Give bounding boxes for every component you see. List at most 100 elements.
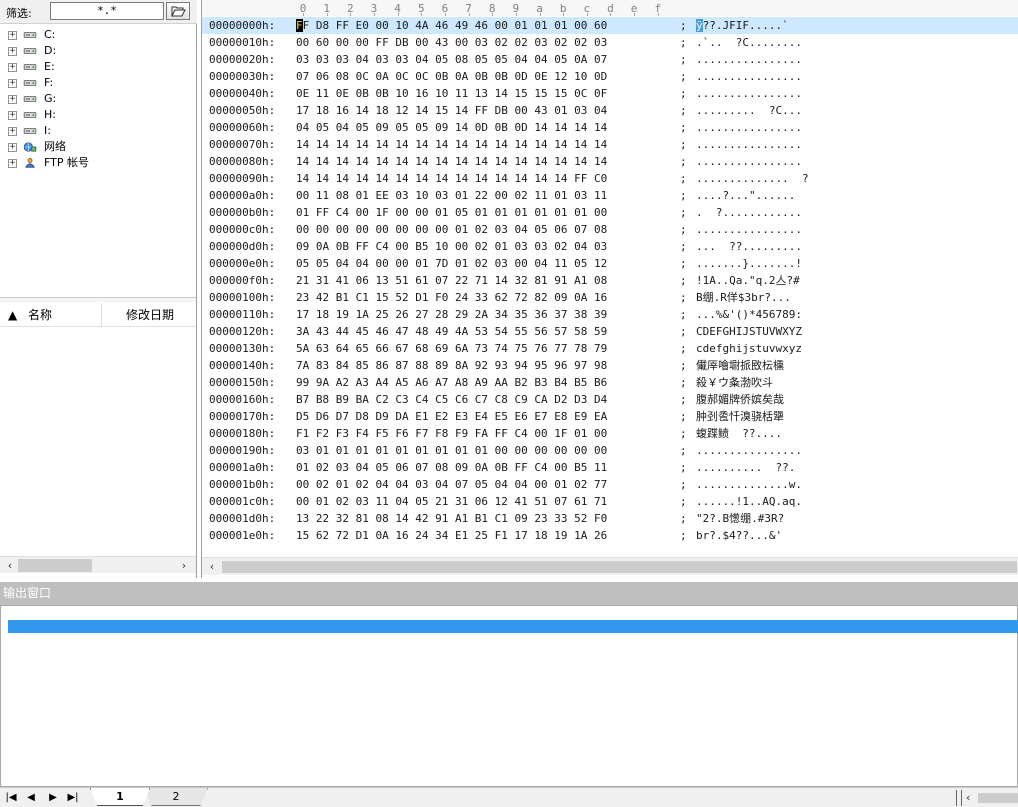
- row-bytes[interactable]: 14 14 14 14 14 14 14 14 14 14 14 14 14 1…: [296, 136, 607, 153]
- row-bytes[interactable]: 09 0A 0B FF C4 00 B5 10 00 02 01 03 03 0…: [296, 238, 607, 255]
- row-ascii[interactable]: 肿刭卺忏溴骁栝犟: [696, 408, 784, 425]
- hex-row[interactable]: 00000180h: F1 F2 F3 F4 F5 F6 F7 F8 F9 FA …: [202, 425, 1018, 442]
- row-bytes[interactable]: 00 02 01 02 04 04 03 04 07 05 04 04 00 0…: [296, 476, 607, 493]
- row-bytes[interactable]: 21 31 41 06 13 51 61 07 22 71 14 32 81 9…: [296, 272, 607, 289]
- hex-row[interactable]: 00000130h: 5A 63 64 65 66 67 68 69 6A 73 …: [202, 340, 1018, 357]
- hex-row[interactable]: 000001b0h: 00 02 01 02 04 04 03 04 07 05 …: [202, 476, 1018, 493]
- row-ascii[interactable]: CDEFGHIJSTUVWXYZ: [696, 323, 802, 340]
- hex-row[interactable]: 00000040h: 0E 11 0E 0B 0B 10 16 10 11 13 …: [202, 85, 1018, 102]
- row-bytes[interactable]: 00 01 02 03 11 04 05 21 31 06 12 41 51 0…: [296, 493, 607, 510]
- expand-icon[interactable]: +: [8, 159, 17, 168]
- tree-item[interactable]: + D:: [0, 43, 196, 59]
- row-ascii[interactable]: 腹郝媚牌侨嫔矣哉: [696, 391, 784, 408]
- hex-row[interactable]: 000001c0h: 00 01 02 03 11 04 05 21 31 06 …: [202, 493, 1018, 510]
- hex-row[interactable]: 00000140h: 7A 83 84 85 86 87 88 89 8A 92 …: [202, 357, 1018, 374]
- hex-row[interactable]: 00000160h: B7 B8 B9 BA C2 C3 C4 C5 C6 C7 …: [202, 391, 1018, 408]
- row-ascii[interactable]: ...%&'()*456789:: [696, 306, 802, 323]
- tree-item[interactable]: + FTP 帐号: [0, 155, 196, 171]
- row-ascii[interactable]: ................: [696, 442, 802, 459]
- hex-row[interactable]: 00000150h: 99 9A A2 A3 A4 A5 A6 A7 A8 A9 …: [202, 374, 1018, 391]
- tree-item[interactable]: + G:: [0, 91, 196, 107]
- tree-item[interactable]: + E:: [0, 59, 196, 75]
- hex-row[interactable]: 000000d0h: 09 0A 0B FF C4 00 B5 10 00 02 …: [202, 238, 1018, 255]
- tab-2[interactable]: 2: [144, 788, 208, 806]
- hex-row[interactable]: 000001e0h: 15 62 72 D1 0A 16 24 34 E1 25 …: [202, 527, 1018, 544]
- hex-row[interactable]: 000000b0h: 01 FF C4 00 1F 00 00 01 05 01 …: [202, 204, 1018, 221]
- tree-item[interactable]: + H:: [0, 107, 196, 123]
- hex-row[interactable]: 000000c0h: 00 00 00 00 00 00 00 00 01 02 …: [202, 221, 1018, 238]
- row-bytes[interactable]: 15 62 72 D1 0A 16 24 34 E1 25 F1 17 18 1…: [296, 527, 607, 544]
- hex-row[interactable]: 000000a0h: 00 11 08 01 EE 03 10 03 01 22 …: [202, 187, 1018, 204]
- last-icon[interactable]: ▶|: [66, 791, 80, 805]
- row-ascii[interactable]: .......}.......!: [696, 255, 802, 272]
- row-ascii[interactable]: .......... ??.: [696, 459, 795, 476]
- expand-icon[interactable]: +: [8, 111, 17, 120]
- column-header-modified[interactable]: 修改日期: [126, 303, 174, 327]
- hex-row[interactable]: 00000100h: 23 42 B1 C1 15 52 D1 F0 24 33 …: [202, 289, 1018, 306]
- prev-icon[interactable]: ◀: [24, 791, 38, 805]
- hex-row[interactable]: 00000120h: 3A 43 44 45 46 47 48 49 4A 53 …: [202, 323, 1018, 340]
- row-bytes[interactable]: 14 14 14 14 14 14 14 14 14 14 14 14 14 1…: [296, 153, 607, 170]
- row-ascii[interactable]: .`.. ?C........: [696, 34, 802, 51]
- hex-row[interactable]: 00000030h: 07 06 08 0C 0A 0C 0C 0B 0A 0B …: [202, 68, 1018, 85]
- tree-item[interactable]: + C:: [0, 27, 196, 43]
- row-ascii[interactable]: ......!1..AQ.aq.: [696, 493, 802, 510]
- expand-icon[interactable]: +: [8, 143, 17, 152]
- row-ascii[interactable]: !1A..Qa."q.2亼?#: [696, 272, 800, 289]
- row-bytes[interactable]: D5 D6 D7 D8 D9 DA E1 E2 E3 E4 E5 E6 E7 E…: [296, 408, 607, 425]
- row-ascii[interactable]: .............. ?: [696, 170, 809, 187]
- row-bytes[interactable]: 03 03 03 04 03 03 04 05 08 05 05 04 04 0…: [296, 51, 607, 68]
- hex-row[interactable]: 000001d0h: 13 22 32 81 08 14 42 91 A1 B1 …: [202, 510, 1018, 527]
- row-bytes[interactable]: 00 00 00 00 00 00 00 00 01 02 03 04 05 0…: [296, 221, 607, 238]
- hex-row[interactable]: 00000190h: 03 01 01 01 01 01 01 01 01 01 …: [202, 442, 1018, 459]
- hex-row[interactable]: 000000e0h: 05 05 04 04 00 00 01 7D 01 02 …: [202, 255, 1018, 272]
- row-bytes[interactable]: 13 22 32 81 08 14 42 91 A1 B1 C1 09 23 3…: [296, 510, 607, 527]
- hex-rows[interactable]: 00000000h: FF D8 FF E0 00 10 4A 46 49 46 …: [202, 16, 1018, 556]
- row-ascii[interactable]: ... ??.........: [696, 238, 802, 255]
- row-ascii[interactable]: . ?............: [696, 204, 802, 221]
- expand-icon[interactable]: +: [8, 63, 17, 72]
- row-bytes[interactable]: 0E 11 0E 0B 0B 10 16 10 11 13 14 15 15 1…: [296, 85, 607, 102]
- row-ascii[interactable]: ......... ?C...: [696, 102, 802, 119]
- row-bytes[interactable]: B7 B8 B9 BA C2 C3 C4 C5 C6 C7 C8 C9 CA D…: [296, 391, 607, 408]
- hex-row[interactable]: 000000f0h: 21 31 41 06 13 51 61 07 22 71 …: [202, 272, 1018, 289]
- row-ascii[interactable]: 殺￥ウ夈渤吹斗: [696, 374, 773, 391]
- row-bytes[interactable]: F1 F2 F3 F4 F5 F6 F7 F8 F9 FA FF C4 00 1…: [296, 425, 607, 442]
- row-ascii[interactable]: ................: [696, 51, 802, 68]
- tab-split-handle[interactable]: [956, 790, 962, 806]
- row-ascii[interactable]: ................: [696, 153, 802, 170]
- row-bytes[interactable]: 03 01 01 01 01 01 01 01 01 01 00 00 00 0…: [296, 442, 607, 459]
- row-bytes[interactable]: 04 05 04 05 09 05 05 09 14 0D 0B 0D 14 1…: [296, 119, 607, 136]
- expand-icon[interactable]: +: [8, 95, 17, 104]
- tree-item[interactable]: + 网络: [0, 139, 196, 155]
- row-bytes[interactable]: 00 11 08 01 EE 03 10 03 01 22 00 02 11 0…: [296, 187, 607, 204]
- row-ascii[interactable]: ................: [696, 136, 802, 153]
- row-ascii[interactable]: 儎厗噲墛挀敃枟櫄: [696, 357, 784, 374]
- row-ascii[interactable]: ....?..."......: [696, 187, 795, 204]
- row-bytes[interactable]: 17 18 19 1A 25 26 27 28 29 2A 34 35 36 3…: [296, 306, 607, 323]
- hex-row[interactable]: 00000050h: 17 18 16 14 18 12 14 15 14 FF …: [202, 102, 1018, 119]
- scroll-left-icon[interactable]: ‹: [2, 558, 18, 573]
- filter-input[interactable]: *.*: [50, 2, 164, 20]
- row-ascii[interactable]: cdefghijstuvwxyz: [696, 340, 802, 357]
- hex-row[interactable]: 00000170h: D5 D6 D7 D8 D9 DA E1 E2 E3 E4 …: [202, 408, 1018, 425]
- hex-row[interactable]: 00000090h: 14 14 14 14 14 14 14 14 14 14 …: [202, 170, 1018, 187]
- hex-row[interactable]: 00000060h: 04 05 04 05 09 05 05 09 14 0D …: [202, 119, 1018, 136]
- hex-row[interactable]: 00000000h: FF D8 FF E0 00 10 4A 46 49 46 …: [202, 17, 1018, 34]
- hex-row[interactable]: 00000010h: 00 60 00 00 FF DB 00 43 00 03 …: [202, 34, 1018, 51]
- first-icon[interactable]: |◀: [4, 791, 18, 805]
- row-bytes[interactable]: 5A 63 64 65 66 67 68 69 6A 73 74 75 76 7…: [296, 340, 607, 357]
- row-ascii[interactable]: ................: [696, 85, 802, 102]
- panel-splitter[interactable]: [0, 297, 196, 302]
- row-ascii[interactable]: "2?.B憽绷.#3R?: [696, 510, 784, 527]
- row-bytes[interactable]: 99 9A A2 A3 A4 A5 A6 A7 A8 A9 AA B2 B3 B…: [296, 374, 607, 391]
- scrollbar-thumb[interactable]: [222, 561, 1017, 573]
- tab-1[interactable]: 1: [90, 788, 150, 806]
- row-ascii[interactable]: ..............w.: [696, 476, 802, 493]
- scrollbar-thumb[interactable]: [18, 559, 92, 572]
- expand-icon[interactable]: +: [8, 31, 17, 40]
- expand-icon[interactable]: +: [8, 127, 17, 136]
- row-ascii[interactable]: 蝮蹀鲼 ??....: [696, 425, 782, 442]
- row-bytes[interactable]: 23 42 B1 C1 15 52 D1 F0 24 33 62 72 82 0…: [296, 289, 607, 306]
- row-ascii[interactable]: ................: [696, 119, 802, 136]
